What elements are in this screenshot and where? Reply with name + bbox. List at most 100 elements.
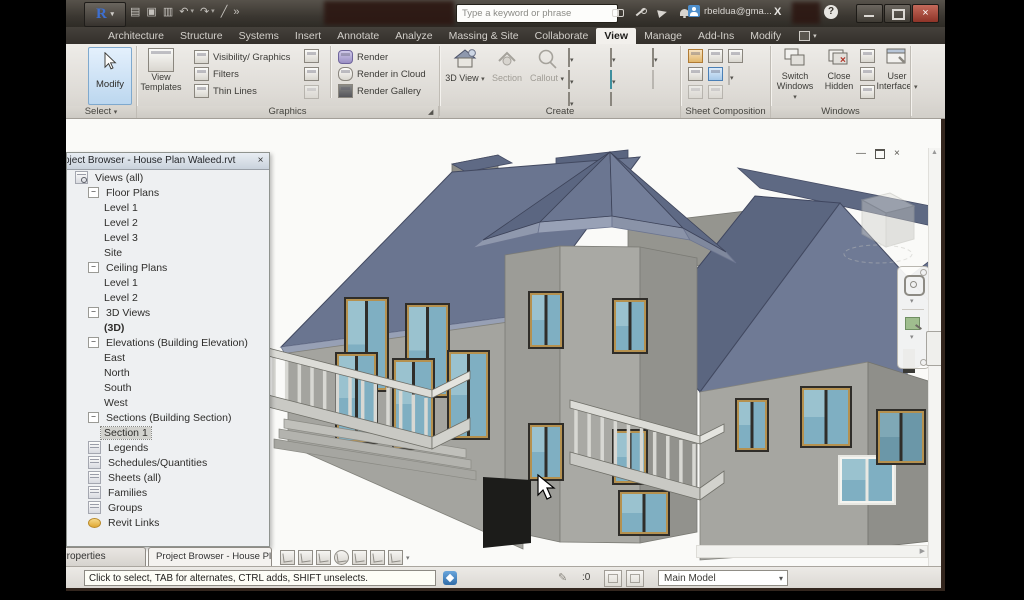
expand-icon[interactable]: » xyxy=(233,5,239,19)
thin-lines-button[interactable]: Thin Lines xyxy=(194,84,257,98)
active-workset-select[interactable]: Main Model ▾ xyxy=(658,570,788,586)
plan-views-icon[interactable] xyxy=(568,48,570,67)
drafting-view-icon[interactable] xyxy=(610,48,612,67)
section-button[interactable]: Section xyxy=(486,47,528,83)
project-browser-titlebar[interactable]: Project Browser - House Plan Waleed.rvt … xyxy=(67,153,269,170)
tree-item-revit-links[interactable]: Revit Links xyxy=(67,515,269,530)
chevron-down-icon[interactable]: ▾ xyxy=(910,297,914,305)
replicate-icon[interactable] xyxy=(860,49,875,63)
tab-view[interactable]: View xyxy=(596,28,636,44)
modify-button[interactable]: Modify xyxy=(88,47,132,105)
shadows-icon[interactable] xyxy=(352,550,367,565)
zoom-icon[interactable] xyxy=(905,317,920,330)
collapse-icon[interactable]: − xyxy=(88,412,99,423)
tab-systems[interactable]: Systems xyxy=(231,28,287,44)
visibility-graphics-button[interactable]: Visibility/ Graphics xyxy=(194,50,290,64)
callout-button[interactable]: Callout ▾ xyxy=(526,47,568,85)
insert-views-icon[interactable] xyxy=(728,66,730,85)
tab-properties[interactable]: Properties xyxy=(52,547,146,566)
title-block-icon[interactable] xyxy=(688,67,703,81)
scroll-right-icon[interactable]: ▶ xyxy=(920,547,925,555)
close-hidden-button[interactable]: × Close Hidden xyxy=(818,47,860,91)
collapse-icon[interactable]: − xyxy=(88,187,99,198)
collapse-icon[interactable]: − xyxy=(88,262,99,273)
exchange-apps-icon[interactable]: X xyxy=(774,6,781,18)
render-button[interactable]: Render xyxy=(338,50,388,64)
tree-item-sheets-all-[interactable]: Sheets (all) xyxy=(67,470,269,485)
measure-icon[interactable]: ╱ xyxy=(221,5,228,19)
tab-collaborate[interactable]: Collaborate xyxy=(527,28,597,44)
cascade-icon[interactable] xyxy=(860,67,875,81)
scroll-up-icon[interactable]: ▲ xyxy=(929,149,940,156)
user-interface-button[interactable]: User Interface ▾ xyxy=(876,47,918,93)
tab-structure[interactable]: Structure xyxy=(172,28,231,44)
legends-icon[interactable] xyxy=(652,48,654,67)
tab-insert[interactable]: Insert xyxy=(287,28,329,44)
guide-grid-icon[interactable] xyxy=(708,67,723,81)
tree-item-families[interactable]: Families xyxy=(67,485,269,500)
tree-item-north[interactable]: North xyxy=(67,365,269,380)
search-input[interactable]: Type a keyword or phrase xyxy=(456,4,618,23)
3d-view-button[interactable]: 3D View ▾ xyxy=(444,47,486,85)
press-drag-icon[interactable] xyxy=(443,571,457,585)
scale-icon[interactable] xyxy=(280,550,295,565)
tree-item-east[interactable]: East xyxy=(67,350,269,365)
chevron-down-icon[interactable]: ▾ xyxy=(910,333,914,341)
tree-item-level-1[interactable]: Level 1 xyxy=(67,275,269,290)
open-icon[interactable]: ▤ xyxy=(130,5,140,19)
undo-icon[interactable]: ↶ xyxy=(179,5,188,19)
print-icon[interactable]: ▥ xyxy=(163,5,173,19)
tree-item-3d-views[interactable]: −3D Views xyxy=(67,305,269,320)
modify-panel-chip[interactable]: ▾ xyxy=(799,31,817,44)
tree-item-site[interactable]: Site xyxy=(67,245,269,260)
view-reference-icon[interactable] xyxy=(708,49,723,63)
revisions-icon[interactable] xyxy=(728,49,743,63)
tab-manage[interactable]: Manage xyxy=(636,28,690,44)
tab-analyze[interactable]: Analyze xyxy=(387,28,440,44)
tab-add-ins[interactable]: Add-Ins xyxy=(690,28,742,44)
tab-annotate[interactable]: Annotate xyxy=(329,28,387,44)
sun-path-icon[interactable] xyxy=(334,550,349,565)
steering-wheel-icon[interactable] xyxy=(904,275,925,296)
design-options-icon[interactable] xyxy=(626,570,644,587)
render-in-cloud-button[interactable]: Render in Cloud xyxy=(338,67,426,81)
collapse-icon[interactable]: − xyxy=(88,337,99,348)
elevation-icon[interactable] xyxy=(568,70,570,89)
tab-modify[interactable]: Modify xyxy=(742,28,789,44)
maximize-button[interactable] xyxy=(884,4,911,23)
crop-view-icon[interactable] xyxy=(388,550,403,565)
visual-style-icon[interactable] xyxy=(316,550,331,565)
select-panel-label[interactable]: Select ▾ xyxy=(66,106,137,118)
horizontal-scrollbar[interactable]: ▶ xyxy=(696,545,928,558)
minimize-button[interactable] xyxy=(856,4,883,23)
undo-menu-icon[interactable]: ▾ xyxy=(190,5,194,19)
tile-icon[interactable] xyxy=(860,85,875,99)
cut-profile-icon[interactable] xyxy=(304,85,319,99)
tree-item-views-all-[interactable]: Views (all) xyxy=(67,170,269,185)
save-icon[interactable]: ▣ xyxy=(146,5,156,19)
tree-item-level-3[interactable]: Level 3 xyxy=(67,230,269,245)
tree-item-level-2[interactable]: Level 2 xyxy=(67,215,269,230)
show-hidden-icon[interactable] xyxy=(304,67,319,81)
view-close-icon[interactable]: × xyxy=(894,148,900,159)
close-icon[interactable]: × xyxy=(254,154,267,167)
filters-button[interactable]: Filters xyxy=(194,67,239,81)
viewports-icon[interactable] xyxy=(708,85,723,99)
vertical-scrollbar-handle[interactable] xyxy=(926,331,941,366)
tab-project-browser[interactable]: Project Browser - House Plan Wa... xyxy=(148,547,272,566)
view-restore-icon[interactable] xyxy=(875,149,885,159)
show-rendering-dialog-icon[interactable] xyxy=(370,550,385,565)
matchline-icon[interactable] xyxy=(688,85,703,99)
detail-level-icon[interactable] xyxy=(298,550,313,565)
tree-item-west[interactable]: West xyxy=(67,395,269,410)
view-minimize-icon[interactable]: — xyxy=(856,148,866,159)
switch-windows-button[interactable]: Switch Windows ▾ xyxy=(774,47,816,103)
search-icon[interactable] xyxy=(612,6,625,19)
help-icon[interactable]: ? xyxy=(824,5,838,19)
duplicate-view-icon[interactable] xyxy=(610,70,612,89)
tree-item-section-1[interactable]: Section 1 xyxy=(67,425,269,440)
tree-item--3d-[interactable]: (3D) xyxy=(67,320,269,335)
account-menu[interactable]: rbeldua@gma... ▾ xyxy=(688,5,779,17)
revit-app-button[interactable]: R ▾ xyxy=(84,2,126,27)
show-graphics-icon[interactable] xyxy=(304,49,319,63)
